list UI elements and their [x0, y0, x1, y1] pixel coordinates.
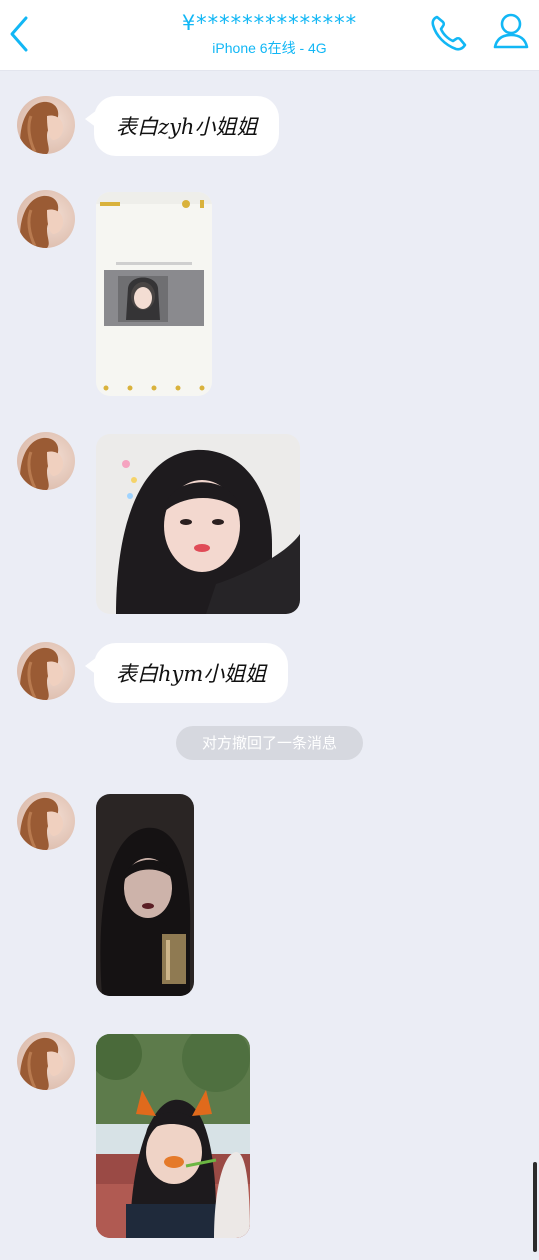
- screenshot-image: [96, 192, 212, 396]
- chat-header: ¥************** iPhone 6在线 - 4G: [0, 0, 539, 71]
- person-icon: [493, 13, 529, 49]
- chevron-left-icon: [10, 16, 28, 52]
- contact-name: ¥**************: [181, 11, 358, 35]
- profile-button[interactable]: [490, 10, 532, 52]
- online-status: iPhone 6在线 - 4G: [212, 40, 327, 56]
- recall-notice: 对方撤回了一条消息: [176, 726, 363, 760]
- contact-avatar[interactable]: [17, 190, 75, 248]
- phone-icon: [431, 15, 467, 51]
- avatar-image: [17, 792, 75, 850]
- scrollbar[interactable]: [533, 1162, 537, 1252]
- call-button[interactable]: [428, 12, 470, 54]
- avatar-image: [17, 1032, 75, 1090]
- contact-avatar[interactable]: [17, 792, 75, 850]
- avatar-image: [17, 190, 75, 248]
- message-image[interactable]: [96, 192, 212, 396]
- contact-avatar[interactable]: [17, 432, 75, 490]
- avatar-image: [17, 642, 75, 700]
- avatar-image: [17, 96, 75, 154]
- message-text: 表白zyh小姐姐: [116, 115, 258, 139]
- message-image[interactable]: [96, 1034, 250, 1238]
- contact-avatar[interactable]: [17, 96, 75, 154]
- avatar-image: [17, 432, 75, 490]
- selfie-image: [96, 794, 194, 996]
- back-button[interactable]: [6, 14, 34, 54]
- message-text: 表白hym小姐姐: [116, 662, 267, 686]
- message-bubble[interactable]: 表白hym小姐姐: [84, 643, 289, 703]
- selfie-image: [96, 434, 300, 614]
- contact-avatar[interactable]: [17, 1032, 75, 1090]
- selfie-image: [96, 1034, 250, 1238]
- contact-avatar[interactable]: [17, 642, 75, 700]
- chat-title-area[interactable]: ¥************** iPhone 6在线 - 4G: [100, 10, 439, 58]
- message-image[interactable]: [96, 434, 300, 614]
- message-image[interactable]: [96, 794, 194, 996]
- message-bubble[interactable]: 表白zyh小姐姐: [84, 96, 280, 156]
